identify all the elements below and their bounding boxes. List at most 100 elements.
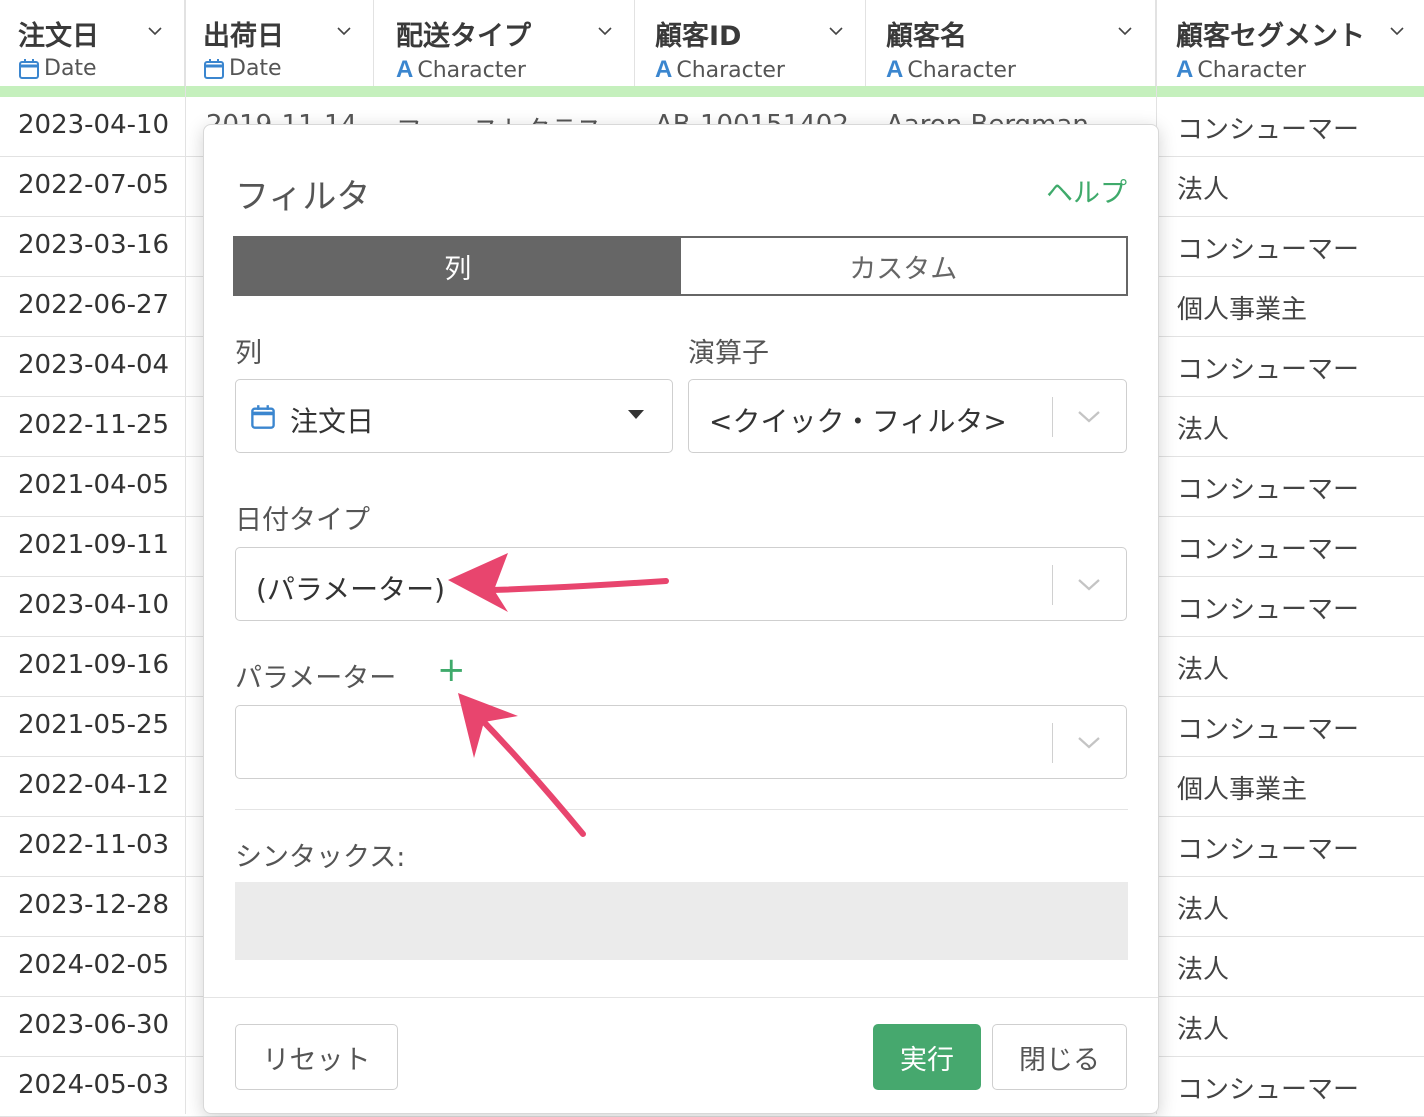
- parameter-select[interactable]: [235, 705, 1127, 779]
- filter-mode-tabs: 列 カスタム: [233, 236, 1128, 296]
- column-type: A Character: [886, 56, 1016, 84]
- date-type-select[interactable]: (パラメーター): [235, 547, 1127, 621]
- calendar-icon: [19, 58, 39, 79]
- order-date-cell: 2022-04-12: [18, 770, 170, 800]
- character-type-icon: A: [396, 56, 414, 83]
- calendar-icon: [204, 58, 224, 79]
- order-date-cell: 2022-06-27: [18, 290, 170, 320]
- segment-cell: コンシューマー: [1177, 235, 1360, 265]
- tab-custom[interactable]: カスタム: [680, 238, 1126, 294]
- column-name: 配送タイプ: [396, 21, 531, 52]
- segment-cell: コンシューマー: [1177, 715, 1360, 745]
- chevron-down-icon[interactable]: [148, 24, 162, 38]
- column-header-customer-name[interactable]: 顧客名 A Character: [866, 0, 1156, 86]
- order-date-cell: 2023-04-10: [18, 590, 170, 620]
- column-name: 出荷日: [203, 21, 284, 52]
- order-date-cell: 2024-02-05: [18, 950, 170, 980]
- table-header: 注文日 Date 出荷日 Date 配送タイプ A Character 顧客ID…: [0, 0, 1424, 87]
- order-date-cell: 2024-05-03: [18, 1070, 170, 1100]
- column-type: Date: [203, 56, 282, 81]
- column-header-customer-id[interactable]: 顧客ID A Character: [635, 0, 866, 86]
- order-date-cell: 2021-09-11: [18, 530, 170, 560]
- segment-cell: 法人: [1177, 655, 1230, 685]
- date-type-label: 日付タイプ: [235, 505, 370, 536]
- column-name: 顧客ID: [655, 21, 742, 52]
- segment-cell: 個人事業主: [1177, 775, 1308, 805]
- segment-cell: 法人: [1177, 895, 1230, 925]
- column-quality-bar: [0, 86, 1424, 97]
- segment-cell: コンシューマー: [1177, 595, 1360, 625]
- syntax-label: シンタックス:: [235, 842, 406, 873]
- column-type-label: Character: [676, 57, 785, 83]
- order-date-cell: 2023-03-16: [18, 230, 170, 260]
- column-header-ship-date[interactable]: 出荷日 Date: [185, 0, 374, 86]
- column-header-ship-type[interactable]: 配送タイプ A Character: [374, 0, 635, 86]
- footer-divider: [204, 997, 1158, 998]
- column-type-label: Character: [417, 57, 526, 83]
- column-header-order-date[interactable]: 注文日 Date: [0, 0, 185, 86]
- segment-cell: コンシューマー: [1177, 535, 1360, 565]
- order-date-cell: 2021-04-05: [18, 470, 170, 500]
- order-date-cell: 2023-06-30: [18, 1010, 170, 1040]
- column-type-label: Character: [907, 57, 1016, 83]
- operator-label: 演算子: [688, 338, 769, 369]
- filter-dialog: フィルタ ヘルプ 列 カスタム 列 演算子 注文日 <クイック・フィルタ> 日付…: [203, 124, 1159, 1114]
- column-type: A Character: [1176, 56, 1306, 84]
- parameter-label: パラメーター: [235, 663, 397, 694]
- run-button[interactable]: 実行: [873, 1024, 981, 1090]
- chevron-down-icon: [1078, 411, 1100, 423]
- select-separator: [1052, 565, 1053, 605]
- select-separator: [1052, 397, 1053, 437]
- column-type: Date: [18, 56, 97, 81]
- column-type: A Character: [396, 56, 526, 84]
- chevron-down-icon[interactable]: [598, 24, 612, 38]
- character-type-icon: A: [886, 56, 904, 83]
- chevron-down-icon[interactable]: [829, 24, 843, 38]
- chevron-down-icon: [1078, 579, 1100, 591]
- segment-cell: 法人: [1177, 955, 1230, 985]
- segment-cell: 法人: [1177, 415, 1230, 445]
- section-divider: [235, 809, 1128, 810]
- help-link[interactable]: ヘルプ: [1046, 171, 1127, 210]
- column-type: A Character: [655, 56, 785, 84]
- operator-select-value: <クイック・フィルタ>: [709, 405, 1007, 438]
- add-parameter-button[interactable]: +: [437, 653, 466, 687]
- column-type-label: Date: [229, 56, 282, 81]
- column-select-value: 注文日: [290, 405, 375, 438]
- order-date-cell: 2023-12-28: [18, 890, 170, 920]
- select-separator: [1052, 723, 1053, 763]
- chevron-down-icon[interactable]: [1118, 24, 1132, 38]
- reset-button[interactable]: リセット: [235, 1024, 398, 1090]
- column-label: 列: [235, 338, 262, 369]
- segment-cell: 法人: [1177, 175, 1230, 205]
- segment-cell: 個人事業主: [1177, 295, 1308, 325]
- order-date-cell: 2023-04-04: [18, 350, 170, 380]
- character-type-icon: A: [1176, 56, 1194, 83]
- column-name: 注文日: [18, 21, 99, 52]
- column-name: 顧客セグメント: [1176, 21, 1365, 52]
- calendar-icon: [251, 405, 275, 429]
- order-date-cell: 2022-11-25: [18, 410, 170, 440]
- column-select[interactable]: 注文日: [235, 379, 673, 453]
- segment-cell: コンシューマー: [1177, 835, 1360, 865]
- order-date-cell: 2021-09-16: [18, 650, 170, 680]
- chevron-down-icon: [1078, 737, 1100, 749]
- dialog-title: フィルタ: [235, 177, 371, 217]
- column-type-label: Date: [44, 56, 97, 81]
- column-header-customer-segment[interactable]: 顧客セグメント A Character: [1156, 0, 1424, 86]
- syntax-preview: [235, 882, 1128, 960]
- caret-down-icon: [628, 410, 644, 419]
- segment-cell: コンシューマー: [1177, 475, 1360, 505]
- segment-cell: 法人: [1177, 1015, 1230, 1045]
- chevron-down-icon[interactable]: [1390, 24, 1404, 38]
- operator-select[interactable]: <クイック・フィルタ>: [688, 379, 1127, 453]
- segment-cell: コンシューマー: [1177, 1075, 1360, 1105]
- segment-cell: コンシューマー: [1177, 115, 1360, 145]
- tab-column[interactable]: 列: [235, 238, 681, 294]
- date-type-select-value: (パラメーター): [256, 573, 446, 606]
- character-type-icon: A: [655, 56, 673, 83]
- chevron-down-icon[interactable]: [337, 24, 351, 38]
- segment-cell: コンシューマー: [1177, 355, 1360, 385]
- order-date-cell: 2022-07-05: [18, 170, 170, 200]
- close-button[interactable]: 閉じる: [992, 1024, 1127, 1090]
